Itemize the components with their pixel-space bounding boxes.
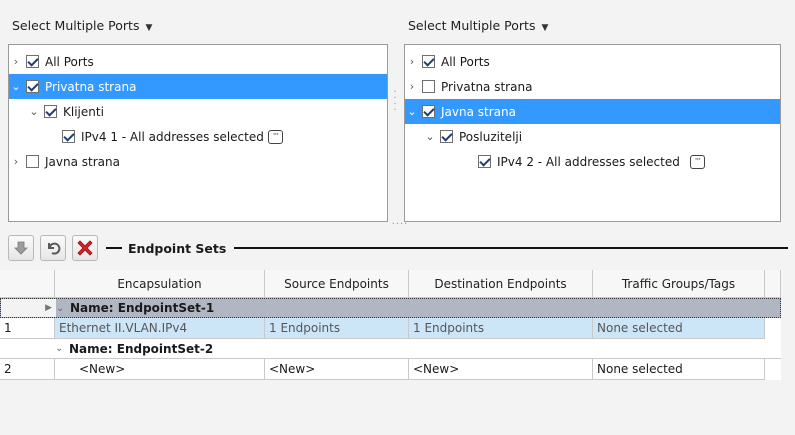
cell-source-endpoints[interactable]: <New>	[265, 359, 409, 380]
left-port-panel: Select Multiple Ports ▼ › All Ports ⌄ Pri…	[8, 14, 388, 222]
section-title: Endpoint Sets	[128, 240, 227, 256]
tree-label: All Ports	[45, 54, 94, 69]
table-row[interactable]: 2 <New> <New> <New> None selected	[0, 359, 781, 380]
delete-x-icon	[77, 240, 93, 256]
column-header-source-endpoints[interactable]: Source Endpoints	[265, 270, 409, 298]
tree-row-all-ports[interactable]: › All Ports	[9, 49, 387, 74]
more-options-button[interactable]: ···	[267, 129, 283, 144]
endpoint-sets-section-header: Endpoint Sets	[104, 241, 788, 256]
row-number-header	[0, 270, 55, 298]
chevron-down-icon[interactable]: ⌄	[55, 343, 69, 354]
cell-destination-endpoints[interactable]: 1 Endpoints	[409, 318, 593, 339]
checkbox-ipv4-1[interactable]	[62, 130, 75, 143]
tree-label: Posluzitelji	[459, 129, 523, 144]
row-gutter	[0, 339, 55, 358]
cell-encapsulation[interactable]: Ethernet II.VLAN.IPv4	[55, 318, 265, 339]
chevron-right-icon[interactable]: ›	[405, 55, 419, 68]
arrow-down-icon	[14, 241, 28, 255]
cell-traffic-groups[interactable]: None selected	[593, 359, 765, 380]
column-header-destination-endpoints[interactable]: Destination Endpoints	[409, 270, 593, 298]
chevron-down-icon[interactable]: ⌄	[423, 130, 437, 143]
group-name: Name: EndpointSet-2	[69, 341, 214, 356]
tree-row-javna-strana[interactable]: ⌄ Javna strana	[405, 99, 780, 124]
cell-encapsulation[interactable]: <New>	[55, 359, 265, 380]
left-panel-title: Select Multiple Ports	[12, 18, 140, 33]
right-port-panel: Select Multiple Ports ▼ › All Ports › Pri…	[404, 14, 781, 222]
group-row[interactable]: ⌄ Name: EndpointSet-2	[0, 339, 781, 359]
tree-label: All Ports	[441, 54, 490, 69]
checkbox-privatna-strana[interactable]	[422, 80, 435, 93]
tree-row-privatna-strana[interactable]: › Privatna strana	[405, 74, 780, 99]
tree-row-ipv4-1[interactable]: IPv4 1 - All addresses selected ···	[9, 124, 387, 149]
chevron-down-icon[interactable]: ⌄	[56, 303, 70, 314]
tree-label: Javna strana	[441, 104, 516, 119]
tree-row-javna-strana[interactable]: › Javna strana	[9, 149, 387, 174]
table-row[interactable]: 1 Ethernet II.VLAN.IPv4 1 Endpoints 1 En…	[0, 318, 781, 339]
column-header-encapsulation[interactable]: Encapsulation	[55, 270, 265, 298]
tree-label: Klijenti	[63, 104, 104, 119]
chevron-right-icon[interactable]: ›	[405, 80, 419, 93]
chevron-down-icon[interactable]: ⌄	[27, 105, 41, 118]
right-panel-header[interactable]: Select Multiple Ports ▼	[404, 14, 781, 38]
tree-label: Javna strana	[45, 154, 120, 169]
section-divider	[234, 247, 788, 249]
checkbox-ipv4-2[interactable]	[478, 155, 491, 168]
delete-button[interactable]	[72, 235, 98, 261]
cell-destination-endpoints[interactable]: <New>	[409, 359, 593, 380]
checkbox-klijenti[interactable]	[44, 105, 57, 118]
caret-down-icon: ▼	[541, 23, 549, 33]
chevron-right-icon[interactable]: ›	[9, 55, 23, 68]
group-name: Name: EndpointSet-1	[70, 301, 215, 315]
tree-row-posluzitelji[interactable]: ⌄ Posluzitelji	[405, 124, 780, 149]
checkbox-posluzitelji[interactable]	[440, 130, 453, 143]
column-header-traffic-groups[interactable]: Traffic Groups/Tags	[593, 270, 765, 298]
caret-down-icon: ▼	[145, 23, 153, 33]
right-panel-title: Select Multiple Ports	[408, 18, 536, 33]
left-port-tree: › All Ports ⌄ Privatna strana ⌄ Klijenti…	[8, 44, 388, 222]
tree-row-privatna-strana[interactable]: ⌄ Privatna strana	[9, 74, 387, 99]
left-panel-header[interactable]: Select Multiple Ports ▼	[8, 14, 388, 38]
row-number: 1	[0, 318, 55, 339]
cell-traffic-groups[interactable]: None selected	[593, 318, 765, 339]
tree-label: Privatna strana	[45, 79, 137, 94]
tree-label: IPv4 1 - All addresses selected	[81, 129, 264, 144]
tree-row-ipv4-2[interactable]: IPv4 2 - All addresses selected ···	[405, 149, 780, 174]
checkbox-all-ports[interactable]	[26, 55, 39, 68]
row-indicator-icon: ▶	[1, 299, 56, 317]
checkbox-all-ports[interactable]	[422, 55, 435, 68]
chevron-down-icon[interactable]: ⌄	[9, 80, 23, 93]
tree-row-all-ports[interactable]: › All Ports	[405, 49, 780, 74]
checkbox-javna-strana[interactable]	[422, 105, 435, 118]
chevron-right-icon[interactable]: ›	[9, 155, 23, 168]
chevron-down-icon[interactable]: ⌄	[405, 105, 419, 118]
endpoint-sets-grid: Encapsulation Source Endpoints Destinati…	[0, 270, 781, 380]
undo-icon	[48, 242, 61, 255]
column-header-filler	[765, 270, 781, 298]
endpoint-toolbar: Endpoint Sets	[8, 233, 788, 263]
horizontal-splitter-handle[interactable]: ····	[385, 220, 415, 230]
group-row[interactable]: ▶ ⌄ Name: EndpointSet-1	[0, 298, 781, 318]
row-number: 2	[0, 359, 55, 380]
cell-source-endpoints[interactable]: 1 Endpoints	[265, 318, 409, 339]
tree-label: IPv4 2 - All addresses selected	[497, 154, 680, 169]
checkbox-privatna-strana[interactable]	[26, 80, 39, 93]
move-down-button[interactable]	[8, 235, 34, 261]
right-port-tree: › All Ports › Privatna strana ⌄ Javna st…	[404, 44, 781, 222]
tree-label: Privatna strana	[441, 79, 533, 94]
grid-header-row: Encapsulation Source Endpoints Destinati…	[0, 270, 781, 298]
vertical-splitter-handle[interactable]: · · · ·	[393, 88, 397, 120]
more-options-button[interactable]: ···	[689, 154, 705, 169]
tree-row-klijenti[interactable]: ⌄ Klijenti	[9, 99, 387, 124]
checkbox-javna-strana[interactable]	[26, 155, 39, 168]
section-divider	[106, 247, 122, 249]
undo-button[interactable]	[40, 235, 66, 261]
